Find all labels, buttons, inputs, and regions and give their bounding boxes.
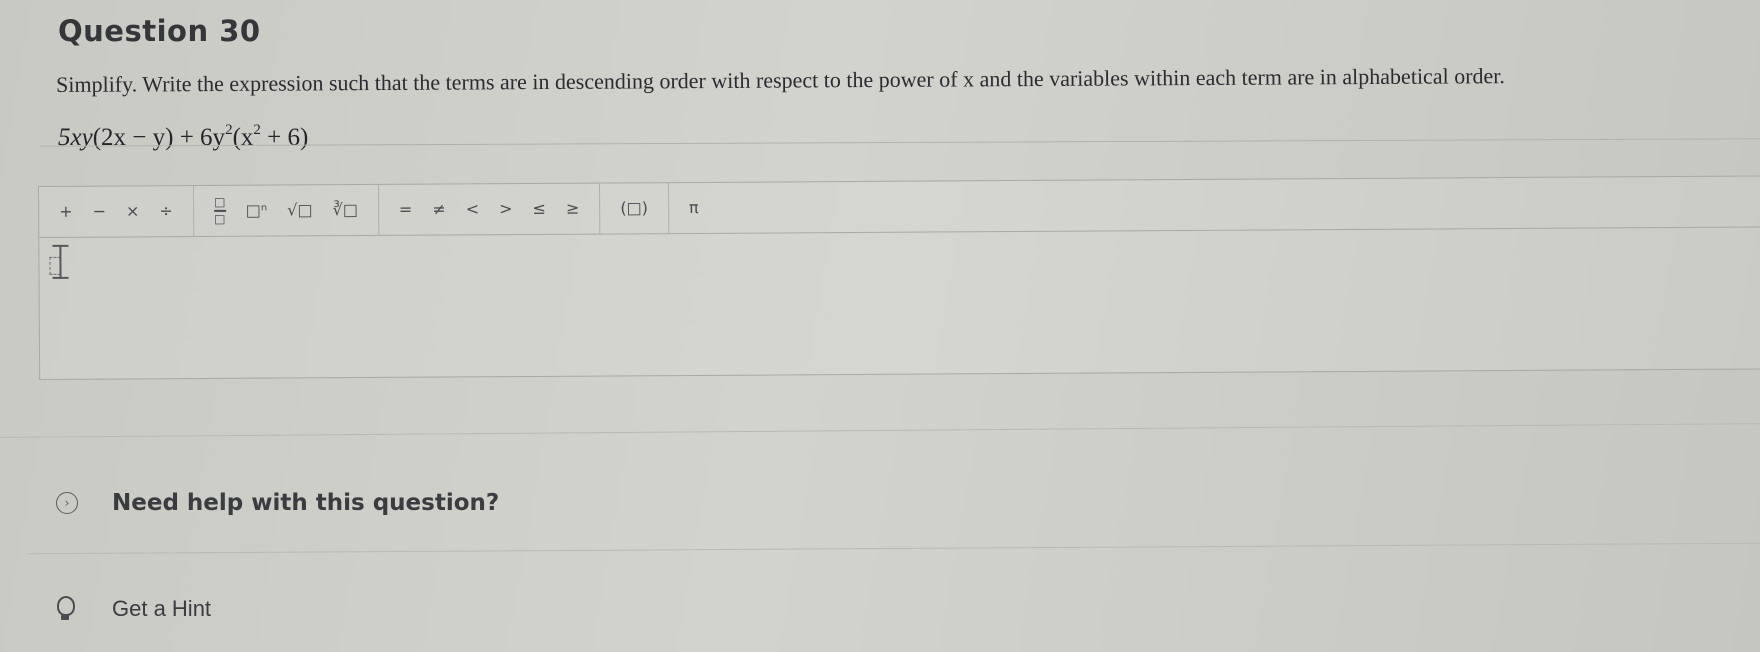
cursor-cap-bottom: [52, 276, 69, 279]
divider: [0, 423, 1760, 438]
cursor-stem: [59, 244, 62, 279]
chevron-right-circle-icon: ›: [56, 492, 78, 514]
operators-group: + − × ÷: [39, 186, 194, 237]
lightbulb-icon: [56, 596, 75, 622]
nth-root-button[interactable]: ∛□: [322, 185, 368, 235]
need-help-toggle[interactable]: › Need help with this question?: [56, 490, 499, 516]
expression-term-4: + 6): [260, 124, 309, 151]
parens-group: (□): [600, 183, 670, 234]
expression-term-1: 5xy: [58, 124, 93, 151]
expression-exponent-1: 2: [225, 122, 233, 138]
relations-group: = ≠ < > ≤ ≥: [378, 183, 601, 235]
get-hint-label: Get a Hint: [112, 596, 212, 621]
equals-button[interactable]: =: [389, 185, 423, 235]
square-root-button[interactable]: √□: [277, 185, 323, 235]
expression-term-3: (x: [232, 124, 254, 151]
math-expression: 5xy(2x − y) + 6y2(x2 + 6): [58, 122, 308, 152]
bulb-glass: [57, 596, 75, 616]
math-answer-editor[interactable]: + − × ÷ □ □ □ⁿ √□ ∛□ = ≠ < > ≤ ≥ (□) π: [38, 175, 1760, 380]
fraction-icon: □: [214, 195, 226, 210]
need-help-label: Need help with this question?: [112, 490, 500, 516]
fraction-icon-denominator: □: [214, 211, 226, 226]
constants-group: π: [669, 183, 719, 233]
divide-button[interactable]: ÷: [149, 186, 183, 236]
templates-group: □ □ □ⁿ √□ ∛□: [193, 184, 380, 237]
plus-button[interactable]: +: [49, 187, 83, 237]
pi-button[interactable]: π: [679, 183, 709, 233]
answer-input[interactable]: [39, 228, 1760, 377]
divider: [28, 542, 1760, 555]
page: Question 30 Simplify. Write the expressi…: [0, 0, 1760, 652]
not-equal-button[interactable]: ≠: [422, 184, 456, 234]
parentheses-button[interactable]: (□): [610, 183, 658, 233]
fraction-button[interactable]: □ □: [204, 195, 236, 226]
text-cursor-icon: [49, 244, 71, 279]
get-hint-button[interactable]: Get a Hint: [56, 596, 211, 622]
exponent-button[interactable]: □ⁿ: [236, 186, 278, 236]
expression-exponent-2: 2: [253, 122, 261, 138]
greater-than-button[interactable]: >: [489, 184, 523, 234]
question-title: Question 30: [58, 14, 261, 48]
minus-button[interactable]: −: [82, 187, 116, 237]
less-than-button[interactable]: <: [456, 184, 490, 234]
question-prompt: Simplify. Write the expression such that…: [56, 63, 1505, 97]
greater-equal-button[interactable]: ≥: [556, 184, 590, 234]
times-button[interactable]: ×: [116, 186, 150, 236]
math-toolbar: + − × ÷ □ □ □ⁿ √□ ∛□ = ≠ < > ≤ ≥ (□) π: [39, 176, 1760, 238]
less-equal-button[interactable]: ≤: [522, 184, 556, 234]
expression-term-2: (2x − y) + 6y: [92, 124, 226, 151]
bulb-base: [61, 615, 69, 620]
